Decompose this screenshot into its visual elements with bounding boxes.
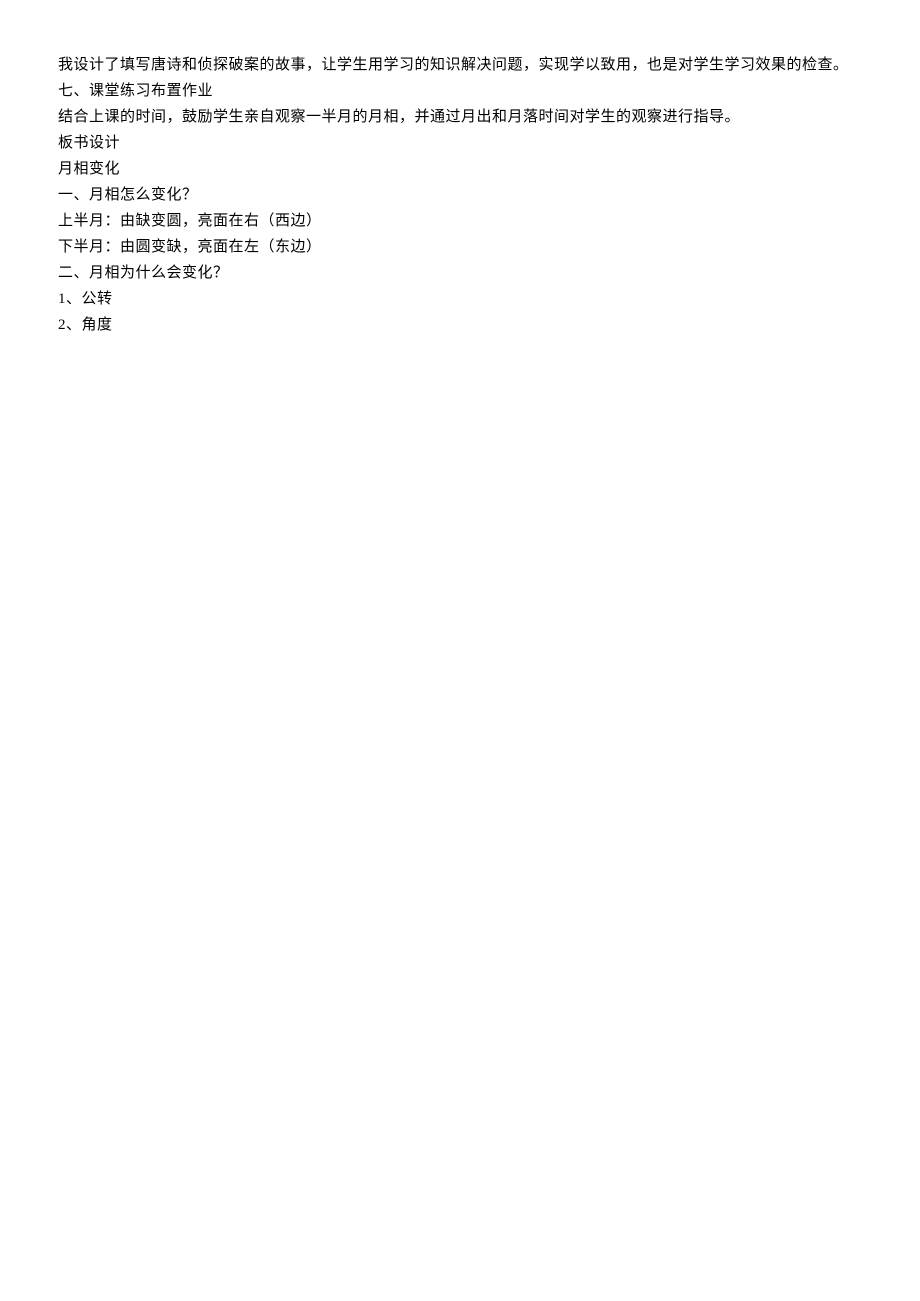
list-heading: 二、月相为什么会变化？	[58, 260, 862, 286]
section-heading: 板书设计	[58, 130, 862, 156]
body-text-line: 我设计了填写唐诗和侦探破案的故事，让学生用学习的知识解决问题，实现学以致用，也是…	[58, 52, 862, 78]
section-heading: 七、课堂练习布置作业	[58, 78, 862, 104]
list-heading: 一、月相怎么变化？	[58, 182, 862, 208]
document-page: 我设计了填写唐诗和侦探破案的故事，让学生用学习的知识解决问题，实现学以致用，也是…	[0, 0, 920, 338]
body-text-line: 结合上课的时间，鼓励学生亲自观察一半月的月相，并通过月出和月落时间对学生的观察进…	[58, 104, 862, 130]
list-item: 上半月：由缺变圆，亮面在右（西边）	[58, 208, 862, 234]
list-item: 2、角度	[58, 312, 862, 338]
list-item: 1、公转	[58, 286, 862, 312]
board-title: 月相变化	[58, 156, 862, 182]
list-item: 下半月：由圆变缺，亮面在左（东边）	[58, 234, 862, 260]
